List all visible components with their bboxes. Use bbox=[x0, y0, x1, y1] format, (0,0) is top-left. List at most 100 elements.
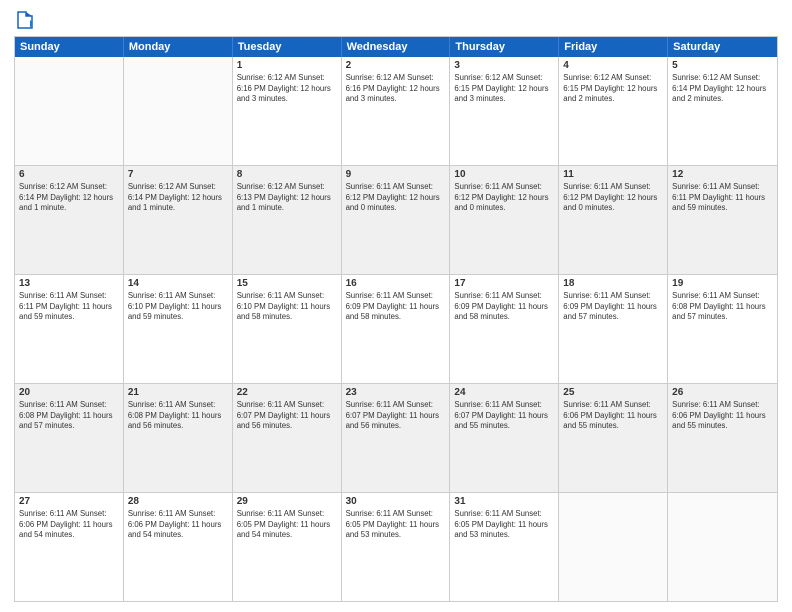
day-detail: Sunrise: 6:11 AM Sunset: 6:07 PM Dayligh… bbox=[346, 400, 446, 432]
table-row: 12 Sunrise: 6:11 AM Sunset: 6:11 PM Dayli… bbox=[668, 166, 777, 274]
day-detail: Sunrise: 6:11 AM Sunset: 6:11 PM Dayligh… bbox=[672, 182, 773, 214]
table-row bbox=[559, 493, 668, 601]
table-row: 5 Sunrise: 6:12 AM Sunset: 6:14 PM Daylig… bbox=[668, 57, 777, 165]
day-number: 19 bbox=[672, 278, 773, 289]
day-detail: Sunrise: 6:11 AM Sunset: 6:06 PM Dayligh… bbox=[672, 400, 773, 432]
day-number: 26 bbox=[672, 387, 773, 398]
day-number: 16 bbox=[346, 278, 446, 289]
table-row: 25 Sunrise: 6:11 AM Sunset: 6:06 PM Dayli… bbox=[559, 384, 668, 492]
table-row bbox=[124, 57, 233, 165]
table-row bbox=[15, 57, 124, 165]
day-number: 29 bbox=[237, 496, 337, 507]
table-row: 27 Sunrise: 6:11 AM Sunset: 6:06 PM Dayli… bbox=[15, 493, 124, 601]
day-number: 24 bbox=[454, 387, 554, 398]
header-monday: Monday bbox=[124, 37, 233, 57]
week-row-5: 27 Sunrise: 6:11 AM Sunset: 6:06 PM Dayli… bbox=[15, 493, 777, 601]
day-number: 15 bbox=[237, 278, 337, 289]
day-detail: Sunrise: 6:11 AM Sunset: 6:08 PM Dayligh… bbox=[672, 291, 773, 323]
day-detail: Sunrise: 6:12 AM Sunset: 6:15 PM Dayligh… bbox=[563, 73, 663, 105]
table-row: 13 Sunrise: 6:11 AM Sunset: 6:11 PM Dayli… bbox=[15, 275, 124, 383]
day-number: 5 bbox=[672, 60, 773, 71]
table-row: 7 Sunrise: 6:12 AM Sunset: 6:14 PM Daylig… bbox=[124, 166, 233, 274]
table-row: 16 Sunrise: 6:11 AM Sunset: 6:09 PM Dayli… bbox=[342, 275, 451, 383]
day-number: 27 bbox=[19, 496, 119, 507]
day-detail: Sunrise: 6:11 AM Sunset: 6:11 PM Dayligh… bbox=[19, 291, 119, 323]
day-number: 23 bbox=[346, 387, 446, 398]
header-sunday: Sunday bbox=[15, 37, 124, 57]
table-row: 21 Sunrise: 6:11 AM Sunset: 6:08 PM Dayli… bbox=[124, 384, 233, 492]
table-row: 3 Sunrise: 6:12 AM Sunset: 6:15 PM Daylig… bbox=[450, 57, 559, 165]
table-row: 26 Sunrise: 6:11 AM Sunset: 6:06 PM Dayli… bbox=[668, 384, 777, 492]
day-detail: Sunrise: 6:12 AM Sunset: 6:13 PM Dayligh… bbox=[237, 182, 337, 214]
table-row: 29Sunrise: 6:11 AM Sunset: 6:05 PM Dayli… bbox=[233, 493, 342, 601]
header-friday: Friday bbox=[559, 37, 668, 57]
day-number: 28 bbox=[128, 496, 228, 507]
calendar: Sunday Monday Tuesday Wednesday Thursday… bbox=[14, 36, 778, 602]
week-row-3: 13 Sunrise: 6:11 AM Sunset: 6:11 PM Dayli… bbox=[15, 275, 777, 384]
header-saturday: Saturday bbox=[668, 37, 777, 57]
table-row: 10Sunrise: 6:11 AM Sunset: 6:12 PM Dayli… bbox=[450, 166, 559, 274]
day-detail: Sunrise: 6:12 AM Sunset: 6:14 PM Dayligh… bbox=[672, 73, 773, 105]
day-detail: Sunrise: 6:12 AM Sunset: 6:15 PM Dayligh… bbox=[454, 73, 554, 105]
calendar-page: Sunday Monday Tuesday Wednesday Thursday… bbox=[0, 0, 792, 612]
day-detail: Sunrise: 6:11 AM Sunset: 6:09 PM Dayligh… bbox=[346, 291, 446, 323]
day-number: 22 bbox=[237, 387, 337, 398]
day-detail: Sunrise: 6:11 AM Sunset: 6:08 PM Dayligh… bbox=[19, 400, 119, 432]
table-row: 9 Sunrise: 6:11 AM Sunset: 6:12 PM Daylig… bbox=[342, 166, 451, 274]
table-row: 28 Sunrise: 6:11 AM Sunset: 6:06 PM Dayli… bbox=[124, 493, 233, 601]
table-row: 11 Sunrise: 6:11 AM Sunset: 6:12 PM Dayli… bbox=[559, 166, 668, 274]
day-number: 12 bbox=[672, 169, 773, 180]
day-detail: Sunrise: 6:11 AM Sunset: 6:06 PM Dayligh… bbox=[19, 509, 119, 541]
table-row: 1 Sunrise: 6:12 AM Sunset: 6:16 PM Daylig… bbox=[233, 57, 342, 165]
day-number: 18 bbox=[563, 278, 663, 289]
day-detail: Sunrise: 6:11 AM Sunset: 6:05 PM Dayligh… bbox=[346, 509, 446, 541]
day-number: 13 bbox=[19, 278, 119, 289]
table-row: 4 Sunrise: 6:12 AM Sunset: 6:15 PM Daylig… bbox=[559, 57, 668, 165]
day-detail: Sunrise: 6:12 AM Sunset: 6:16 PM Dayligh… bbox=[237, 73, 337, 105]
day-number: 9 bbox=[346, 169, 446, 180]
day-detail: Sunrise: 6:11 AM Sunset: 6:09 PM Dayligh… bbox=[454, 291, 554, 323]
table-row: 23 Sunrise: 6:11 AM Sunset: 6:07 PM Dayli… bbox=[342, 384, 451, 492]
week-row-2: 6Sunrise: 6:12 AM Sunset: 6:14 PM Daylig… bbox=[15, 166, 777, 275]
day-detail: Sunrise: 6:12 AM Sunset: 6:14 PM Dayligh… bbox=[128, 182, 228, 214]
day-detail: Sunrise: 6:12 AM Sunset: 6:14 PM Dayligh… bbox=[19, 182, 119, 214]
table-row: 6Sunrise: 6:12 AM Sunset: 6:14 PM Daylig… bbox=[15, 166, 124, 274]
calendar-body: 1 Sunrise: 6:12 AM Sunset: 6:16 PM Daylig… bbox=[15, 57, 777, 601]
day-number: 25 bbox=[563, 387, 663, 398]
day-number: 4 bbox=[563, 60, 663, 71]
day-detail: Sunrise: 6:11 AM Sunset: 6:07 PM Dayligh… bbox=[454, 400, 554, 432]
table-row: 19 Sunrise: 6:11 AM Sunset: 6:08 PM Dayli… bbox=[668, 275, 777, 383]
logo-icon bbox=[16, 10, 34, 30]
day-detail: Sunrise: 6:11 AM Sunset: 6:06 PM Dayligh… bbox=[128, 509, 228, 541]
day-detail: Sunrise: 6:11 AM Sunset: 6:06 PM Dayligh… bbox=[563, 400, 663, 432]
calendar-header: Sunday Monday Tuesday Wednesday Thursday… bbox=[15, 37, 777, 57]
day-detail: Sunrise: 6:11 AM Sunset: 6:12 PM Dayligh… bbox=[563, 182, 663, 214]
day-number: 7 bbox=[128, 169, 228, 180]
day-detail: Sunrise: 6:11 AM Sunset: 6:10 PM Dayligh… bbox=[128, 291, 228, 323]
table-row: 14 Sunrise: 6:11 AM Sunset: 6:10 PM Dayli… bbox=[124, 275, 233, 383]
table-row: 20 Sunrise: 6:11 AM Sunset: 6:08 PM Dayli… bbox=[15, 384, 124, 492]
day-detail: Sunrise: 6:11 AM Sunset: 6:12 PM Dayligh… bbox=[346, 182, 446, 214]
day-number: 14 bbox=[128, 278, 228, 289]
day-detail: Sunrise: 6:11 AM Sunset: 6:12 PM Dayligh… bbox=[454, 182, 554, 214]
table-row: 24 Sunrise: 6:11 AM Sunset: 6:07 PM Dayli… bbox=[450, 384, 559, 492]
day-number: 8 bbox=[237, 169, 337, 180]
day-number: 30 bbox=[346, 496, 446, 507]
day-detail: Sunrise: 6:11 AM Sunset: 6:05 PM Dayligh… bbox=[454, 509, 554, 541]
table-row: 31 Sunrise: 6:11 AM Sunset: 6:05 PM Dayli… bbox=[450, 493, 559, 601]
day-detail: Sunrise: 6:11 AM Sunset: 6:08 PM Dayligh… bbox=[128, 400, 228, 432]
day-number: 20 bbox=[19, 387, 119, 398]
table-row: 22Sunrise: 6:11 AM Sunset: 6:07 PM Dayli… bbox=[233, 384, 342, 492]
day-number: 21 bbox=[128, 387, 228, 398]
day-number: 3 bbox=[454, 60, 554, 71]
day-number: 31 bbox=[454, 496, 554, 507]
day-detail: Sunrise: 6:12 AM Sunset: 6:16 PM Dayligh… bbox=[346, 73, 446, 105]
day-number: 11 bbox=[563, 169, 663, 180]
day-number: 1 bbox=[237, 60, 337, 71]
day-number: 2 bbox=[346, 60, 446, 71]
week-row-4: 20 Sunrise: 6:11 AM Sunset: 6:08 PM Dayli… bbox=[15, 384, 777, 493]
table-row: 17Sunrise: 6:11 AM Sunset: 6:09 PM Dayli… bbox=[450, 275, 559, 383]
table-row: 8 Sunrise: 6:12 AM Sunset: 6:13 PM Daylig… bbox=[233, 166, 342, 274]
table-row: 18Sunrise: 6:11 AM Sunset: 6:09 PM Dayli… bbox=[559, 275, 668, 383]
table-row: 15Sunrise: 6:11 AM Sunset: 6:10 PM Dayli… bbox=[233, 275, 342, 383]
